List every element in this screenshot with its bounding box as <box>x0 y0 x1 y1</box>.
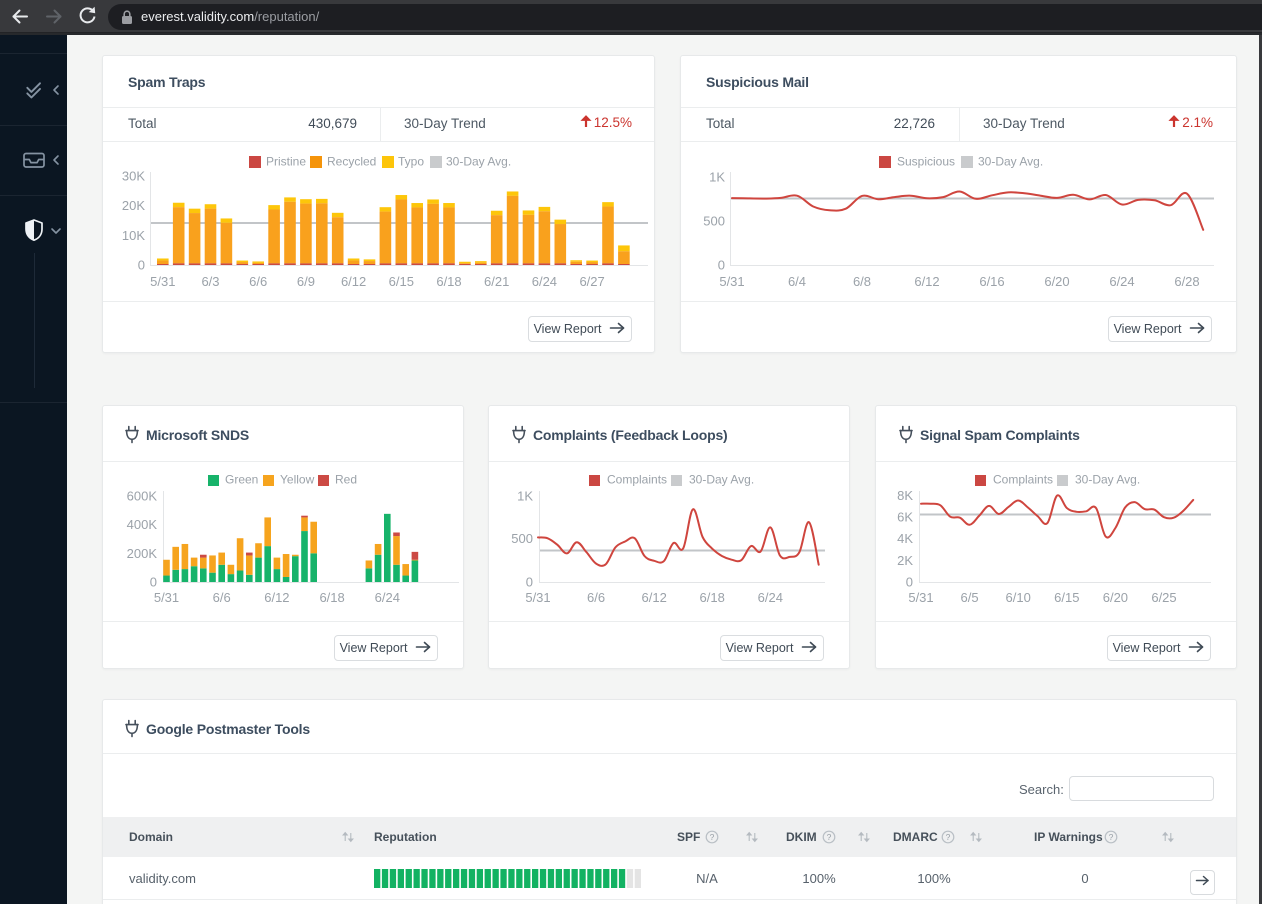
svg-text:?: ? <box>946 832 951 842</box>
svg-text:?: ? <box>710 832 715 842</box>
svg-text:?: ? <box>827 832 832 842</box>
svg-text:?: ? <box>1109 832 1114 842</box>
